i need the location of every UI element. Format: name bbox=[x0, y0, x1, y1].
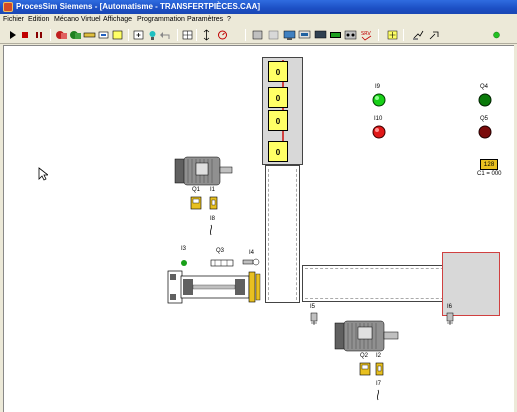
application-window: ProcesSim Siemens - [Automatisme - TRANS… bbox=[0, 0, 517, 412]
i1-sensor-icon[interactable] bbox=[209, 196, 218, 210]
actuator-icon[interactable] bbox=[97, 29, 110, 41]
counter-display[interactable]: 128 bbox=[480, 159, 498, 170]
label-i7: I7 bbox=[376, 381, 382, 387]
stop-icon[interactable] bbox=[19, 29, 32, 41]
display2-icon[interactable] bbox=[314, 29, 327, 41]
counter-block-4: 0 bbox=[268, 141, 288, 162]
i3-indicator-icon bbox=[181, 260, 187, 266]
updown-icon[interactable] bbox=[200, 29, 213, 41]
lamp-q5-icon bbox=[478, 125, 492, 139]
label-i5: I5 bbox=[310, 304, 316, 310]
lamp-i10-icon[interactable] bbox=[372, 125, 386, 139]
i6-sensor-icon[interactable] bbox=[445, 312, 455, 326]
plc-icon[interactable] bbox=[283, 29, 296, 41]
label-i2: I2 bbox=[376, 353, 382, 359]
lamp-i9-icon[interactable] bbox=[372, 93, 386, 107]
i8-switch-icon[interactable] bbox=[207, 224, 215, 236]
app-icon bbox=[3, 2, 13, 12]
menu-mecano-virtuel[interactable]: Mécano Virtuel bbox=[54, 14, 101, 26]
undo-icon[interactable] bbox=[160, 29, 173, 41]
components-icon[interactable] bbox=[55, 29, 68, 41]
counter-block-3: 0 bbox=[268, 110, 288, 131]
i4-sensor-icon[interactable] bbox=[242, 257, 260, 267]
options-icon[interactable] bbox=[428, 29, 441, 41]
label-q3: Q3 bbox=[216, 248, 225, 254]
display3-icon[interactable] bbox=[329, 29, 342, 41]
view2-icon[interactable] bbox=[267, 29, 280, 41]
menu-parametres[interactable]: Paramètres bbox=[187, 14, 223, 26]
q1-actuator-icon[interactable] bbox=[190, 196, 202, 210]
label-i8: I8 bbox=[210, 216, 216, 222]
toolbar: SRV bbox=[0, 26, 517, 44]
add-icon[interactable] bbox=[132, 29, 145, 41]
menu-help[interactable]: ? bbox=[227, 14, 231, 26]
i2-sensor-icon[interactable] bbox=[375, 362, 384, 376]
menu-programmation[interactable]: Programmation bbox=[137, 14, 185, 26]
label-i1: I1 bbox=[210, 187, 216, 193]
counter-block-2: 0 bbox=[268, 87, 288, 108]
grid-icon[interactable] bbox=[181, 29, 194, 41]
menu-affichage[interactable]: Affichage bbox=[103, 14, 132, 26]
pneumatic-cylinder-icon[interactable] bbox=[167, 270, 265, 304]
label-i6: I6 bbox=[447, 304, 453, 310]
q3-valve-icon[interactable] bbox=[210, 259, 234, 267]
lamp-q4-icon bbox=[478, 93, 492, 107]
label-q1: Q1 bbox=[192, 187, 201, 193]
run-icon[interactable] bbox=[6, 29, 19, 41]
display1-icon[interactable] bbox=[298, 29, 311, 41]
lamp-i9-label: I9 bbox=[375, 84, 381, 90]
module-icon[interactable] bbox=[111, 29, 124, 41]
counter-block-1: 0 bbox=[268, 61, 288, 82]
analog-icon[interactable] bbox=[386, 29, 399, 41]
label-q2: Q2 bbox=[360, 353, 369, 359]
lamp-q4-label: Q4 bbox=[480, 84, 489, 90]
title-bar[interactable]: ProcesSim Siemens - [Automatisme - TRANS… bbox=[0, 0, 517, 14]
counter-display-glyph: 128 bbox=[483, 161, 495, 168]
lamp-q5-label: Q5 bbox=[480, 116, 489, 122]
timer-icon[interactable]: SRV bbox=[360, 29, 373, 41]
q2-actuator-icon[interactable] bbox=[359, 362, 371, 376]
label-i4: I4 bbox=[249, 250, 255, 256]
lamp-i10-label: I10 bbox=[374, 116, 383, 122]
menu-fichier[interactable]: Fichier bbox=[3, 14, 24, 26]
simulation-canvas[interactable]: 0 0 0 0 I9 I10 Q4 Q5 128 C1 = 000 Q1 I1 … bbox=[3, 45, 514, 412]
window-title: ProcesSim Siemens - [Automatisme - TRANS… bbox=[16, 2, 261, 11]
svg-text:SRV: SRV bbox=[361, 31, 371, 37]
menu-edition[interactable]: Edition bbox=[28, 14, 49, 26]
i5-sensor-icon[interactable] bbox=[309, 312, 319, 326]
sensor-icon[interactable] bbox=[83, 29, 96, 41]
pause-icon[interactable] bbox=[33, 29, 46, 41]
view1-icon[interactable] bbox=[251, 29, 264, 41]
pointer-icon[interactable] bbox=[412, 29, 425, 41]
counter-icon[interactable] bbox=[344, 29, 357, 41]
i7-switch-icon[interactable] bbox=[374, 389, 382, 401]
counter-display-label: C1 = 000 bbox=[477, 171, 502, 177]
measure-icon[interactable] bbox=[216, 29, 229, 41]
green-components-icon[interactable] bbox=[69, 29, 82, 41]
motor-q1-icon[interactable] bbox=[174, 155, 234, 187]
label-i3: I3 bbox=[181, 246, 187, 252]
menu-bar: Fichier Edition Mécano Virtuel Affichage… bbox=[0, 14, 517, 26]
vertical-conveyor-inner bbox=[268, 169, 297, 300]
mouse-cursor-icon bbox=[38, 167, 48, 181]
status-light-icon bbox=[490, 29, 503, 41]
motor-q2-icon[interactable] bbox=[334, 318, 400, 354]
input-icon[interactable] bbox=[146, 29, 159, 41]
